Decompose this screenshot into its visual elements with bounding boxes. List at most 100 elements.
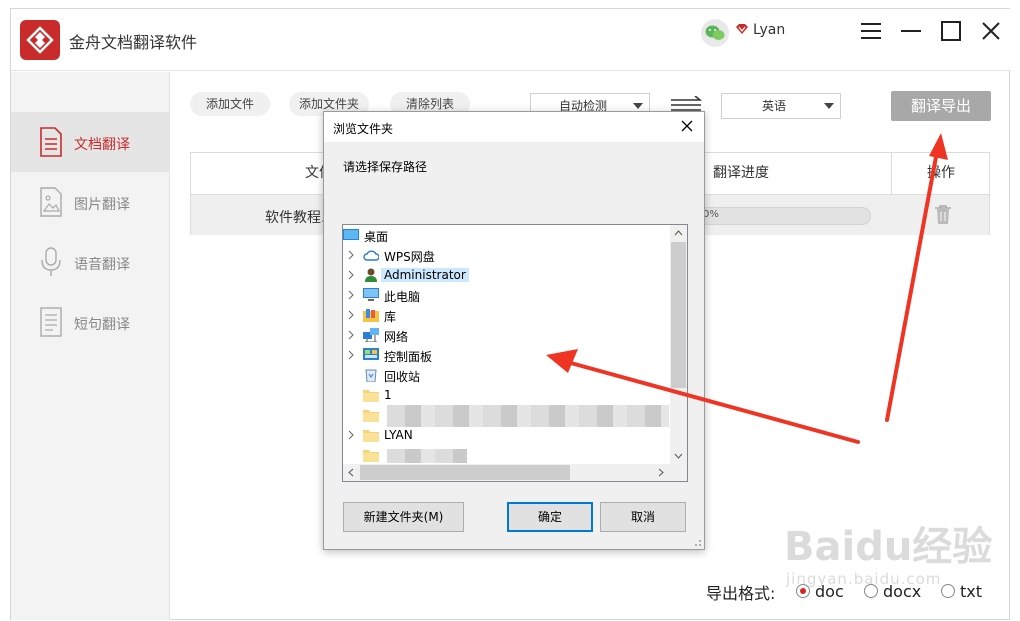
tree-item-recycle-bin[interactable]: 回收站 — [343, 365, 669, 385]
wechat-icon[interactable] — [701, 19, 729, 47]
folder-icon — [363, 410, 379, 422]
tree-item-label: 桌面 — [364, 230, 389, 244]
resize-grip-icon[interactable] — [692, 537, 702, 547]
column-header-progress: 翻译进度 — [713, 165, 769, 181]
progress-bar — [698, 207, 871, 225]
tree-item-label: Administrator — [381, 268, 469, 282]
column-header-actions: 操作 — [927, 165, 955, 181]
target-language-value: 英语 — [761, 99, 786, 113]
folder-tree[interactable]: 桌面 WPS网盘 Administrator 此电脑 库 网络 控制面板 回收站… — [342, 224, 688, 482]
new-folder-button[interactable]: 新建文件夹(M) — [343, 502, 464, 532]
sidebar-item-label: 文档翻译 — [74, 137, 130, 153]
dialog-title-bar: 浏览文件夹 — [324, 112, 704, 142]
tree-item-administrator[interactable]: Administrator — [343, 265, 669, 285]
chevron-right-icon[interactable] — [348, 290, 354, 300]
tree-item-blurred-folder[interactable] — [343, 445, 669, 465]
tree-item-desktop[interactable]: 桌面 — [343, 225, 669, 245]
app-logo-icon — [20, 20, 60, 60]
document-icon — [40, 127, 62, 157]
progress-text: 0% — [703, 209, 719, 220]
tree-item-label: 此电脑 — [384, 290, 421, 304]
tree-item-blurred-folder[interactable] — [343, 405, 669, 427]
swap-arrows-icon[interactable] — [670, 96, 702, 112]
target-language-select[interactable]: 英语 — [721, 93, 841, 119]
minimize-icon[interactable] — [899, 19, 923, 43]
sidebar-item-image-translate[interactable]: 图片翻译 — [11, 172, 170, 232]
sidebar-item-sentence-translate[interactable]: 短句翻译 — [11, 292, 170, 352]
chevron-right-icon[interactable] — [348, 250, 354, 260]
redacted-text — [387, 449, 467, 463]
network-icon — [363, 328, 379, 342]
baidu-watermark-url: jingyan.baidu.com — [786, 570, 942, 588]
text-lines-icon — [40, 307, 62, 337]
maximize-icon[interactable] — [939, 19, 963, 43]
tree-item-label: 1 — [384, 388, 392, 402]
user-name[interactable]: Lyan — [753, 22, 785, 38]
chevron-right-icon[interactable] — [348, 270, 354, 280]
sidebar-item-label: 语音翻译 — [74, 257, 130, 273]
close-icon[interactable] — [680, 119, 694, 133]
tree-item-library[interactable]: 库 — [343, 305, 669, 325]
recycle-bin-icon — [365, 369, 377, 382]
tree-item-label: WPS网盘 — [384, 250, 435, 264]
format-option-txt[interactable]: txt — [960, 582, 982, 601]
cancel-button[interactable]: 取消 — [600, 502, 686, 532]
translate-export-button[interactable]: 翻译导出 — [891, 91, 991, 121]
folder-icon — [363, 390, 379, 402]
chevron-right-icon[interactable] — [348, 350, 354, 360]
vertical-scroll-thumb[interactable] — [671, 242, 686, 388]
redacted-text — [387, 405, 669, 427]
control-panel-icon — [363, 348, 379, 360]
tree-item-label: 控制面板 — [384, 350, 433, 364]
tree-item-folder-1[interactable]: 1 — [343, 385, 669, 405]
sidebar-item-document-translate[interactable]: 文档翻译 — [11, 112, 170, 172]
image-icon — [40, 187, 62, 217]
add-file-button[interactable]: 添加文件 — [190, 92, 270, 116]
sidebar-item-voice-translate[interactable]: 语音翻译 — [11, 232, 170, 292]
chevron-right-icon[interactable] — [658, 468, 664, 477]
horizontal-scroll-thumb[interactable] — [360, 465, 570, 480]
tree-item-lyan[interactable]: LYAN — [343, 425, 669, 445]
chevron-down-icon[interactable] — [674, 453, 683, 459]
microphone-icon — [41, 247, 61, 276]
chevron-right-icon[interactable] — [348, 330, 354, 340]
tree-item-label: 回收站 — [384, 370, 421, 384]
library-icon — [363, 309, 379, 322]
folder-icon — [363, 450, 379, 462]
chevron-right-icon[interactable] — [348, 310, 354, 320]
tree-item-wps-cloud[interactable]: WPS网盘 — [343, 245, 669, 265]
tree-item-control-panel[interactable]: 控制面板 — [343, 345, 669, 365]
tree-item-this-pc[interactable]: 此电脑 — [343, 285, 669, 305]
horizontal-scrollbar[interactable] — [343, 464, 670, 481]
chevron-down-icon — [633, 103, 643, 109]
dialog-prompt: 请选择保存路径 — [343, 160, 428, 174]
format-radio-txt[interactable] — [941, 584, 955, 598]
folder-icon — [363, 430, 379, 442]
user-icon — [365, 268, 377, 282]
app-title: 金舟文档翻译软件 — [69, 33, 198, 52]
cloud-icon — [363, 250, 379, 261]
computer-icon — [363, 288, 379, 301]
desktop-icon — [343, 229, 359, 240]
chevron-left-icon[interactable] — [348, 468, 354, 477]
output-format-label: 导出格式: — [706, 584, 776, 603]
menu-icon[interactable] — [859, 19, 883, 43]
browse-folder-dialog: 浏览文件夹 请选择保存路径 桌面 WPS网盘 Administrator 此电脑… — [323, 111, 705, 550]
chevron-right-icon[interactable] — [348, 430, 354, 440]
vertical-scrollbar[interactable] — [670, 225, 687, 464]
tree-item-label: 库 — [384, 310, 397, 324]
sidebar-item-label: 短句翻译 — [74, 317, 130, 333]
close-icon[interactable] — [979, 19, 1003, 43]
tree-item-label: 网络 — [384, 330, 409, 344]
ok-button[interactable]: 确定 — [507, 502, 593, 532]
file-name-cell: 软件教程. — [265, 210, 326, 226]
tree-item-label: LYAN — [384, 428, 413, 442]
baidu-watermark: Baidu经验 — [784, 524, 993, 570]
trash-icon[interactable] — [934, 205, 952, 225]
vip-diamond-icon — [736, 24, 748, 34]
chevron-down-icon — [824, 103, 834, 109]
tree-item-network[interactable]: 网络 — [343, 325, 669, 345]
chevron-up-icon[interactable] — [674, 230, 683, 236]
sidebar-item-label: 图片翻译 — [74, 197, 130, 213]
dialog-title: 浏览文件夹 — [333, 122, 394, 136]
